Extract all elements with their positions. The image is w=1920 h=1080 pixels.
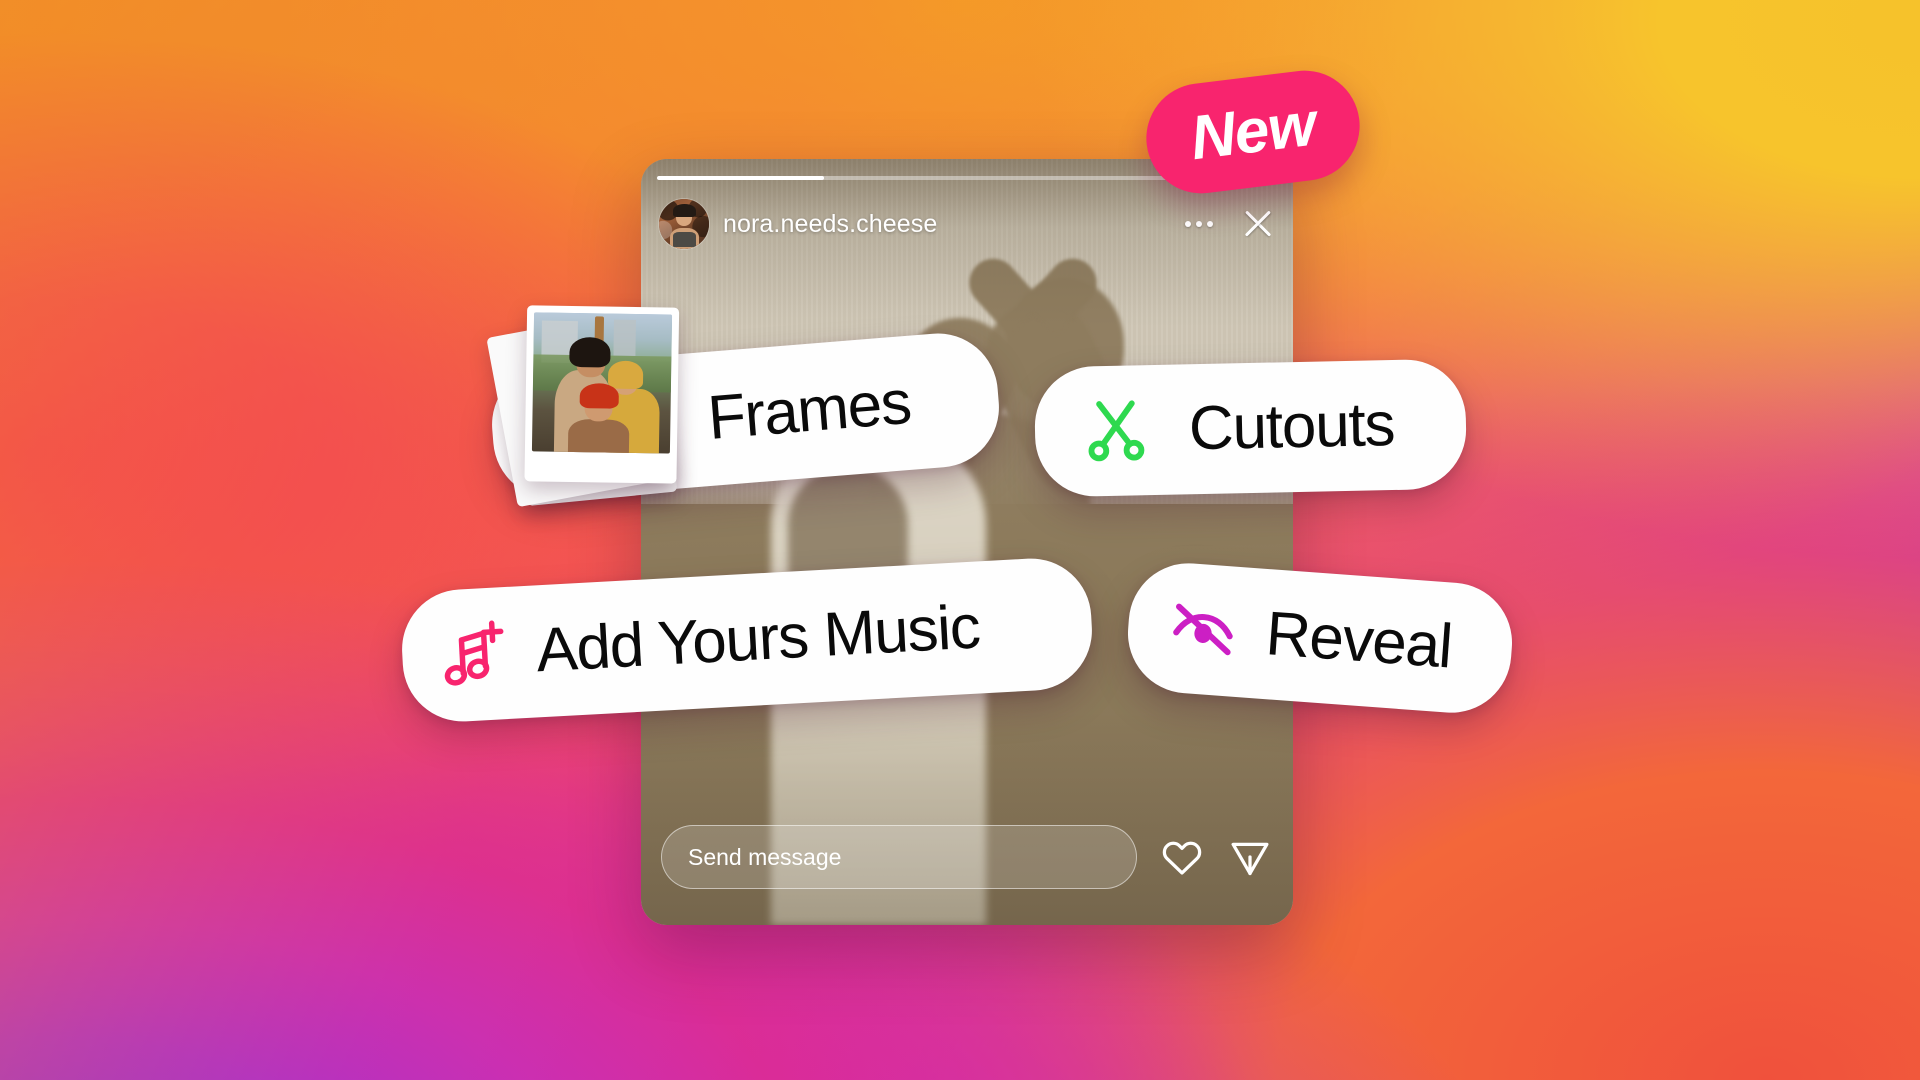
more-dot — [1196, 221, 1202, 227]
photo-person-3-hair — [579, 382, 619, 409]
more-options-icon[interactable] — [1183, 215, 1215, 233]
avatar[interactable] — [659, 199, 709, 249]
feature-label-frames: Frames — [705, 367, 914, 453]
polaroid-photo-stack-icon — [476, 290, 717, 508]
photo-person-1-hair — [569, 336, 611, 368]
new-badge-label: New — [1186, 89, 1319, 174]
photo-building-right — [613, 319, 637, 356]
story-username[interactable]: nora.needs.cheese — [723, 210, 937, 239]
story-vignette — [641, 159, 1293, 925]
story-reply-bar: Send message — [661, 825, 1273, 889]
feature-label-cutouts: Cutouts — [1188, 389, 1395, 464]
photo-person-2-hair — [607, 360, 644, 390]
progress-fill — [657, 176, 825, 180]
polaroid-photo — [531, 312, 673, 454]
story-background-image — [641, 159, 1293, 925]
feature-pill-cutouts[interactable]: Cutouts — [1033, 358, 1468, 498]
story-header: nora.needs.cheese — [659, 199, 1275, 249]
feature-label-add-yours-music: Add Yours Music — [534, 592, 982, 686]
instagram-story-card[interactable]: nora.needs.cheese Send message — [641, 159, 1293, 925]
paper-plane-icon[interactable] — [1227, 834, 1273, 880]
close-icon[interactable] — [1241, 207, 1275, 241]
feature-label-reveal: Reveal — [1263, 599, 1455, 682]
scissors-icon — [1088, 400, 1145, 462]
send-message-placeholder: Send message — [688, 843, 842, 870]
heart-icon[interactable] — [1159, 834, 1205, 880]
story-header-actions — [1183, 207, 1275, 241]
music-note-plus-icon — [444, 620, 504, 686]
avatar-clothing — [673, 232, 696, 247]
more-dot — [1185, 221, 1191, 227]
more-dot — [1207, 221, 1213, 227]
polaroid-front — [524, 305, 680, 484]
eye-slash-icon — [1173, 603, 1233, 656]
send-message-input[interactable]: Send message — [661, 825, 1137, 889]
avatar-hair — [673, 204, 696, 217]
photo-person-3-body — [567, 418, 630, 454]
